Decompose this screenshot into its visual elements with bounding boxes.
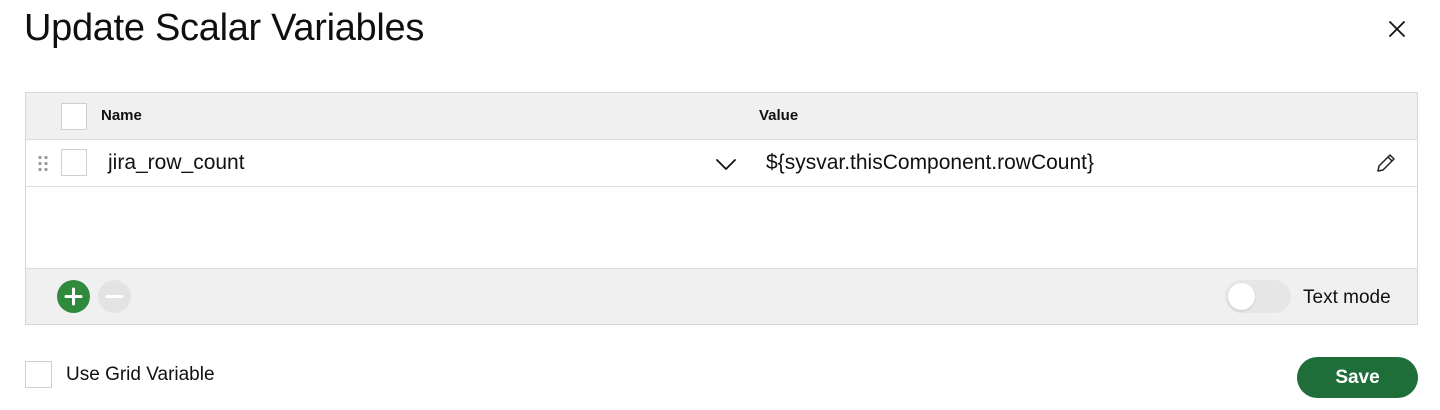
edit-value-button[interactable] <box>1374 151 1398 175</box>
use-grid-variable-label: Use Grid Variable <box>66 364 215 385</box>
variable-value-cell[interactable]: ${sysvar.thisComponent.rowCount} <box>766 151 1094 175</box>
column-header-name: Name <box>101 107 142 124</box>
variables-grid: Name Value jira_row_count ${sysvar.thisC… <box>25 92 1418 325</box>
column-header-value: Value <box>759 107 799 124</box>
table-row: jira_row_count ${sysvar.thisComponent.ro… <box>26 140 1417 187</box>
variable-name-cell[interactable]: jira_row_count <box>108 151 245 175</box>
chevron-down-icon <box>716 159 736 170</box>
grid-header: Name Value <box>26 93 1417 140</box>
close-button[interactable] <box>1386 18 1408 40</box>
plus-icon <box>64 287 83 306</box>
save-button[interactable]: Save <box>1297 357 1418 398</box>
text-mode-toggle[interactable] <box>1225 280 1291 313</box>
drag-handle[interactable] <box>37 155 49 172</box>
minus-icon <box>105 295 124 298</box>
use-grid-variable-checkbox[interactable] <box>25 361 52 388</box>
toggle-knob <box>1228 283 1255 310</box>
variable-name-dropdown[interactable] <box>714 154 738 174</box>
select-all-checkbox[interactable] <box>61 103 87 130</box>
drag-handle-icon <box>38 155 48 172</box>
page-title: Update Scalar Variables <box>24 7 425 49</box>
grid-footer: Text mode <box>26 268 1417 324</box>
remove-row-button[interactable] <box>98 280 131 313</box>
add-row-button[interactable] <box>57 280 90 313</box>
pencil-icon <box>1377 154 1395 172</box>
row-checkbox[interactable] <box>61 149 87 176</box>
close-icon <box>1389 21 1405 37</box>
text-mode-label: Text mode <box>1303 287 1391 308</box>
